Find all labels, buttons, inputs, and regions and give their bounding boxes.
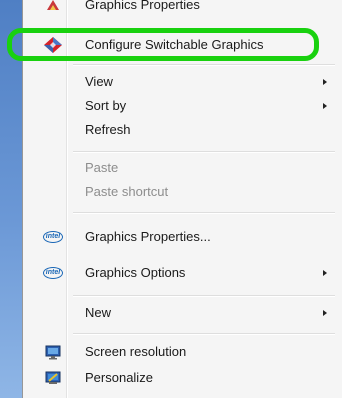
- menu-item-label: Sort by: [85, 98, 127, 113]
- intel-logo-icon: intel: [43, 264, 63, 282]
- submenu-arrow-icon: [323, 310, 327, 316]
- submenu-arrow-icon: [323, 103, 327, 109]
- menu-separator: [73, 212, 335, 214]
- menu-item-paste-shortcut: Paste shortcut: [29, 180, 337, 204]
- menu-item-label: Graphics Options: [85, 265, 186, 280]
- menu-separator: [73, 333, 335, 335]
- menu-item-label: Refresh: [85, 122, 131, 137]
- menu-item-view[interactable]: View: [29, 70, 337, 94]
- menu-item-label: Screen resolution: [85, 344, 187, 359]
- menu-item-new[interactable]: New: [29, 301, 337, 325]
- menu-item-refresh[interactable]: Refresh: [29, 118, 337, 142]
- menu-item-graphics-properties[interactable]: Graphics Properties: [29, 0, 337, 17]
- menu-item-paste: Paste: [29, 156, 337, 180]
- menu-item-label: Paste: [85, 160, 119, 175]
- menu-item-label: Graphics Properties...: [85, 229, 211, 244]
- menu-separator: [73, 151, 335, 153]
- menu-item-label: View: [85, 74, 113, 89]
- menu-item-personalize[interactable]: Personalize: [29, 366, 337, 390]
- highlight-outline: [7, 28, 319, 61]
- menu-separator: [73, 295, 335, 297]
- personalize-icon: [43, 369, 63, 387]
- menu-separator: [73, 64, 335, 66]
- menu-item-sort-by[interactable]: Sort by: [29, 94, 337, 118]
- menu-item-label: Graphics Properties: [85, 0, 200, 12]
- menu-item-graphics-options[interactable]: intel Graphics Options: [29, 261, 337, 285]
- screen-resolution-icon: [43, 343, 63, 361]
- menu-item-label: Personalize: [85, 370, 153, 385]
- menu-item-intel-graphics-properties[interactable]: intel Graphics Properties...: [29, 225, 337, 249]
- menu-item-label: Paste shortcut: [85, 184, 169, 199]
- submenu-arrow-icon: [323, 270, 327, 276]
- intel-logo-icon: intel: [43, 228, 63, 246]
- graphics-icon: [43, 0, 63, 14]
- submenu-arrow-icon: [323, 79, 327, 85]
- menu-item-screen-resolution[interactable]: Screen resolution: [29, 340, 337, 364]
- menu-item-label: New: [85, 305, 112, 320]
